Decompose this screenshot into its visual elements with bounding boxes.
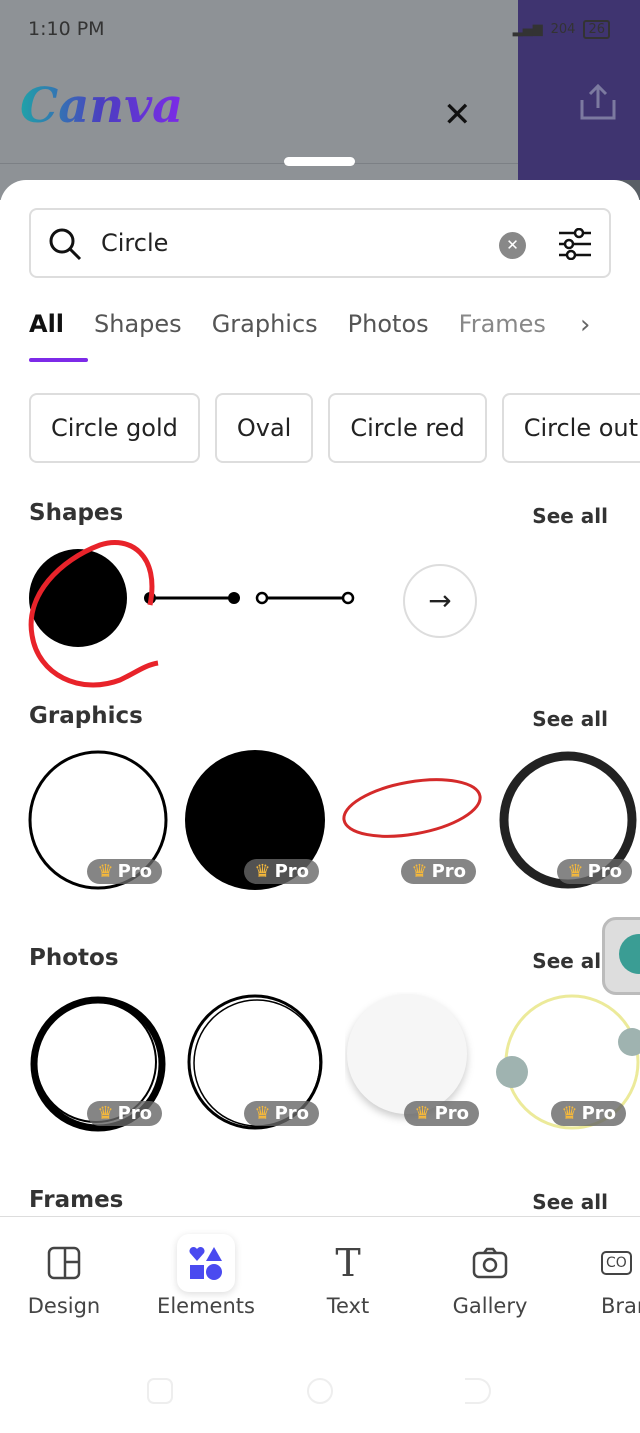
sheet-drag-handle[interactable]	[284, 157, 355, 166]
crown-icon: ♛	[411, 861, 428, 882]
battery-icon: 26	[583, 20, 610, 39]
chip-circle-red[interactable]: Circle red	[328, 393, 487, 463]
home-button[interactable]	[307, 1378, 333, 1404]
pro-badge: ♛ Pro	[244, 1101, 319, 1126]
status-time: 1:10 PM	[28, 18, 105, 40]
text-icon: T	[335, 1241, 361, 1285]
design-icon	[47, 1246, 81, 1280]
back-button[interactable]	[465, 1378, 491, 1404]
pro-badge: ♛ Pro	[87, 859, 162, 884]
bottom-nav-divider	[0, 1216, 640, 1217]
filter-icon[interactable]	[557, 228, 593, 260]
frames-heading: Frames	[29, 1187, 124, 1213]
status-icons: ▂▄▆ 204 26	[513, 20, 610, 39]
nav-label: Text	[326, 1294, 370, 1318]
search-icon	[49, 228, 82, 261]
nav-label: Bran	[601, 1294, 640, 1318]
shapes-see-all[interactable]: See all	[532, 504, 608, 528]
tab-frames[interactable]: Frames	[459, 310, 546, 338]
chip-circle-outline[interactable]: Circle outl	[501, 393, 640, 463]
search-value: Circle	[101, 229, 169, 257]
brand-icon: CO	[601, 1251, 632, 1275]
tab-photos[interactable]: Photos	[348, 310, 429, 338]
graphics-see-all[interactable]: See all	[532, 707, 608, 731]
photos-heading: Photos	[29, 945, 119, 971]
more-shapes-button[interactable]: →	[403, 564, 477, 638]
share-icon[interactable]	[578, 82, 618, 122]
graphic-red-oval[interactable]: ♛ Pro	[342, 750, 482, 890]
nav-label: Elements	[157, 1294, 255, 1318]
circle-shape[interactable]	[29, 549, 127, 647]
elements-icon	[189, 1246, 222, 1280]
frames-see-all[interactable]: See all	[532, 1190, 608, 1214]
clear-icon[interactable]: ✕	[499, 232, 526, 259]
photos-see-all[interactable]: See all	[532, 949, 608, 973]
chip-circle-gold[interactable]: Circle gold	[29, 393, 200, 463]
pro-badge: ♛ Pro	[404, 1101, 479, 1126]
nav-design[interactable]: Design	[0, 1232, 129, 1318]
crown-icon: ♛	[97, 1103, 114, 1124]
nav-label: Gallery	[452, 1294, 528, 1318]
pro-badge: ♛ Pro	[551, 1101, 626, 1126]
nav-label: Design	[27, 1294, 101, 1318]
graphics-heading: Graphics	[29, 703, 143, 729]
nav-text[interactable]: T Text	[283, 1232, 413, 1318]
search-input[interactable]: Circle ✕	[29, 208, 611, 278]
nav-elements[interactable]: Elements	[141, 1232, 271, 1318]
chip-oval[interactable]: Oval	[214, 393, 314, 463]
photo-sketch-circle[interactable]: ♛ Pro	[185, 992, 325, 1132]
photo-white-circle[interactable]: ♛ Pro	[345, 992, 485, 1132]
crown-icon: ♛	[567, 861, 584, 882]
pro-badge: ♛ Pro	[244, 859, 319, 884]
photo-brush-circle[interactable]: ♛ Pro	[28, 992, 168, 1132]
crown-icon: ♛	[254, 1103, 271, 1124]
nav-brand[interactable]: CO Bran	[567, 1232, 640, 1318]
close-icon[interactable]: ✕	[443, 95, 472, 135]
crown-icon: ♛	[561, 1103, 578, 1124]
tab-graphics[interactable]: Graphics	[212, 310, 318, 338]
signal-icon: ▂▄▆	[512, 22, 543, 37]
divider	[0, 163, 518, 164]
graphic-circle-filled[interactable]: ♛ Pro	[185, 750, 325, 890]
pro-badge: ♛ Pro	[401, 859, 476, 884]
pro-badge: ♛ Pro	[557, 859, 632, 884]
canva-logo: Canva	[20, 78, 184, 134]
crown-icon: ♛	[254, 861, 271, 882]
nav-gallery[interactable]: Gallery	[425, 1232, 555, 1318]
tab-shapes[interactable]: Shapes	[94, 310, 182, 338]
graphic-thick-circle[interactable]: ♛ Pro	[498, 750, 638, 890]
floating-assistant-icon[interactable]	[602, 917, 640, 995]
pro-badge: ♛ Pro	[87, 1101, 162, 1126]
camera-icon	[472, 1247, 508, 1279]
line-open-ends-shape[interactable]	[255, 591, 355, 605]
graphic-circle-outline[interactable]: ♛ Pro	[28, 750, 168, 890]
chevron-right-icon[interactable]: ›	[580, 310, 590, 340]
suggestion-chips: Circle gold Oval Circle red Circle outl	[29, 393, 640, 463]
active-tab-indicator	[29, 358, 88, 362]
category-tabs: All Shapes Graphics Photos Frames	[29, 310, 546, 338]
recent-apps-button[interactable]	[147, 1378, 173, 1404]
crown-icon: ♛	[97, 861, 114, 882]
crown-icon: ♛	[414, 1103, 431, 1124]
network-speed: 204	[550, 22, 576, 37]
photo-floral-circle[interactable]: ♛ Pro	[492, 992, 640, 1132]
tab-all[interactable]: All	[29, 310, 64, 338]
line-shape[interactable]	[144, 592, 240, 604]
shapes-heading: Shapes	[29, 500, 124, 526]
